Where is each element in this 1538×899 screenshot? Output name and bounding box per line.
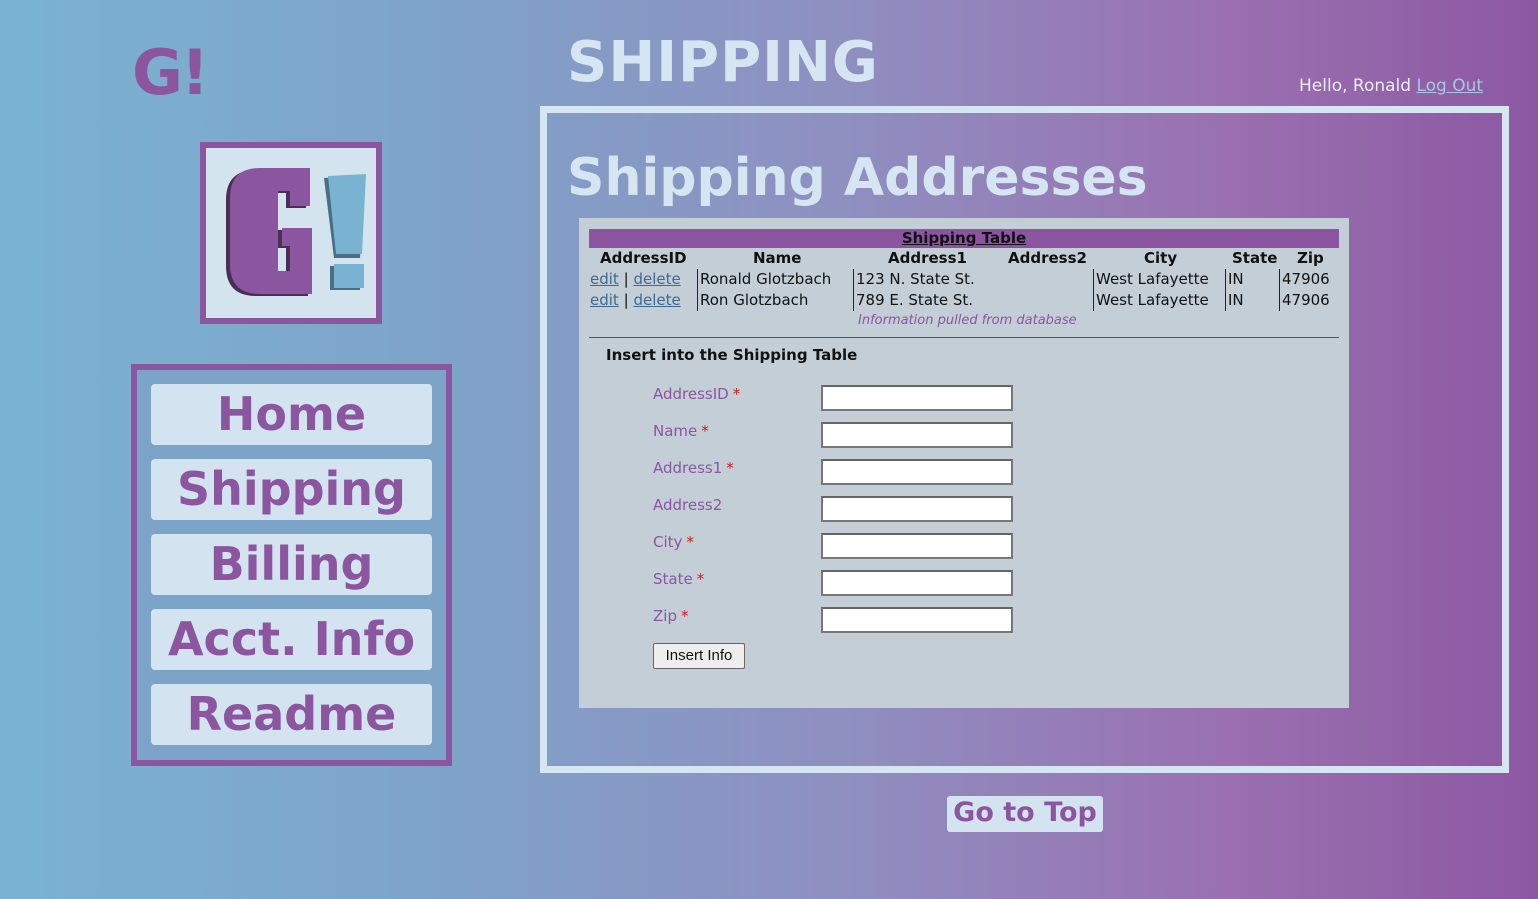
- table-row: edit | delete: [590, 291, 681, 309]
- state-input[interactable]: [821, 570, 1013, 596]
- section-title: Shipping Addresses: [567, 148, 1148, 208]
- table-footnote: Information pulled from database: [858, 313, 1077, 328]
- column-header: City: [1144, 249, 1178, 267]
- field-label-zip: Zip *: [653, 607, 689, 625]
- nav-acct-info-button[interactable]: Acct. Info: [151, 609, 432, 670]
- table-row: edit | delete: [590, 270, 681, 288]
- nav-readme-button[interactable]: Readme: [151, 684, 432, 745]
- logout-link[interactable]: Log Out: [1416, 76, 1483, 96]
- go-to-top-button[interactable]: Go to Top: [947, 796, 1103, 832]
- column-header: Address2: [1008, 249, 1087, 267]
- link-separator: |: [623, 270, 629, 288]
- edit-link[interactable]: edit: [590, 270, 619, 288]
- city-input[interactable]: [821, 533, 1013, 559]
- cell-city: West Lafayette: [1096, 270, 1209, 288]
- cell-name: Ronald Glotzbach: [700, 270, 832, 288]
- link-separator: |: [623, 291, 629, 309]
- cell-city: West Lafayette: [1096, 291, 1209, 309]
- field-label-city: City *: [653, 533, 694, 551]
- nav-billing-button[interactable]: Billing: [151, 534, 432, 595]
- nav-shipping-button[interactable]: Shipping: [151, 459, 432, 520]
- column-header: Zip: [1297, 249, 1324, 267]
- column-header: State: [1232, 249, 1278, 267]
- table-caption: Shipping Table: [589, 229, 1339, 248]
- cell-name: Ron Glotzbach: [700, 291, 809, 309]
- addressid-input[interactable]: [821, 385, 1013, 411]
- insert-info-button[interactable]: Insert Info: [653, 643, 745, 669]
- field-label-address2: Address2: [653, 496, 723, 514]
- sidebar-nav: Home Shipping Billing Acct. Info Readme: [131, 364, 452, 766]
- field-label-address1: Address1 *: [653, 459, 734, 477]
- delete-link[interactable]: delete: [633, 291, 680, 309]
- cell-state: IN: [1228, 291, 1244, 309]
- edit-link[interactable]: edit: [590, 291, 619, 309]
- field-label-state: State *: [653, 570, 705, 588]
- cell-state: IN: [1228, 270, 1244, 288]
- field-label-addressid: AddressID *: [653, 385, 741, 403]
- column-header: AddressID: [600, 249, 687, 267]
- name-input[interactable]: [821, 422, 1013, 448]
- g-exclamation-logo-icon: [200, 142, 382, 324]
- cell-zip: 47906: [1282, 291, 1330, 309]
- site-logo-text: G!: [132, 36, 209, 109]
- page-title: SHIPPING: [567, 30, 879, 95]
- cell-zip: 47906: [1282, 270, 1330, 288]
- zip-input[interactable]: [821, 607, 1013, 633]
- greeting-text: Hello, Ronald: [1299, 76, 1412, 96]
- divider: [589, 337, 1339, 338]
- user-greeting: Hello, Ronald Log Out: [1299, 76, 1483, 96]
- shipping-card: Shipping Table AddressID Name Address1 A…: [579, 218, 1349, 708]
- address1-input[interactable]: [821, 459, 1013, 485]
- delete-link[interactable]: delete: [633, 270, 680, 288]
- cell-address1: 123 N. State St.: [856, 270, 975, 288]
- nav-home-button[interactable]: Home: [151, 384, 432, 445]
- cell-address1: 789 E. State St.: [856, 291, 974, 309]
- field-label-name: Name *: [653, 422, 709, 440]
- address2-input[interactable]: [821, 496, 1013, 522]
- column-header: Name: [753, 249, 802, 267]
- insert-form-title: Insert into the Shipping Table: [606, 346, 858, 364]
- column-header: Address1: [888, 249, 967, 267]
